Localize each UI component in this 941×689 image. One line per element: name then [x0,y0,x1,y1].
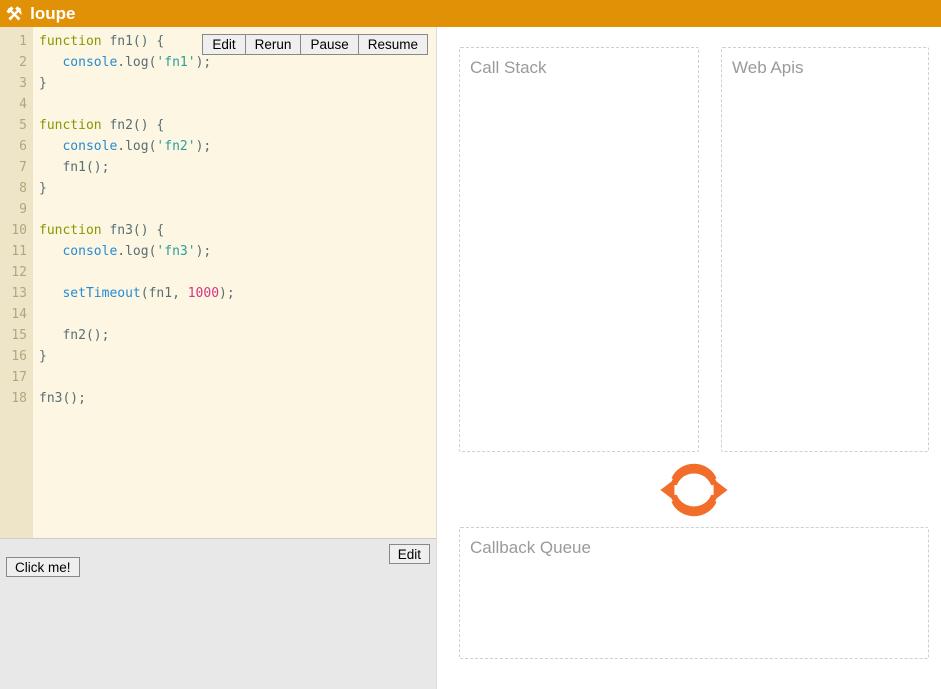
code-line: console.log('fn2'); [39,136,235,157]
code-line: setTimeout(fn1, 1000); [39,283,235,304]
call-stack-title: Call Stack [470,58,688,78]
line-number: 11 [0,241,33,262]
call-stack-panel: Call Stack [459,47,699,452]
pause-button[interactable]: Pause [300,34,358,55]
line-number: 10 [0,220,33,241]
line-number: 14 [0,304,33,325]
line-number: 4 [0,94,33,115]
editor-toolbar: Edit Rerun Pause Resume [202,34,428,55]
code-line: fn2(); [39,325,235,346]
code-content[interactable]: function fn1() { console.log('fn1');} fu… [33,27,235,538]
callback-queue-title: Callback Queue [470,538,918,558]
app-header: ⚒ loupe [0,0,941,27]
app-title: loupe [30,4,75,24]
edit-html-button[interactable]: Edit [389,544,430,564]
code-line: } [39,178,235,199]
line-number: 15 [0,325,33,346]
code-line: } [39,73,235,94]
hammer-pick-icon: ⚒ [6,5,22,23]
event-loop-icon [659,461,729,519]
resume-button[interactable]: Resume [358,34,428,55]
code-line: function fn2() { [39,115,235,136]
line-number: 8 [0,178,33,199]
code-editor[interactable]: 123456789101112131415161718 function fn1… [0,27,436,538]
code-line [39,304,235,325]
rerun-button[interactable]: Rerun [245,34,302,55]
runtime-column: Call Stack Web Apis [437,27,941,689]
code-line: } [39,346,235,367]
callback-queue-panel: Callback Queue [459,527,929,659]
line-number: 7 [0,157,33,178]
line-number: 3 [0,73,33,94]
code-line [39,367,235,388]
line-number: 17 [0,367,33,388]
click-me-button[interactable]: Click me! [6,557,80,577]
line-number: 16 [0,346,33,367]
code-line: fn1(); [39,157,235,178]
code-line: console.log('fn1'); [39,52,235,73]
code-line: console.log('fn3'); [39,241,235,262]
line-number: 9 [0,199,33,220]
web-apis-panel: Web Apis [721,47,929,452]
code-line [39,199,235,220]
line-number: 5 [0,115,33,136]
left-column: 123456789101112131415161718 function fn1… [0,27,437,689]
top-panel-row: Call Stack Web Apis [459,47,929,452]
main-layout: 123456789101112131415161718 function fn1… [0,27,941,689]
line-number: 13 [0,283,33,304]
line-number: 18 [0,388,33,409]
line-number: 12 [0,262,33,283]
code-line: function fn3() { [39,220,235,241]
html-preview-pane: Edit Click me! [0,538,436,689]
code-line: fn3(); [39,388,235,409]
web-apis-title: Web Apis [732,58,918,78]
code-line [39,94,235,115]
edit-button[interactable]: Edit [202,34,245,55]
event-loop-wrap [459,452,929,527]
line-number: 6 [0,136,33,157]
line-number: 1 [0,31,33,52]
code-line [39,262,235,283]
line-number: 2 [0,52,33,73]
line-number-gutter: 123456789101112131415161718 [0,27,33,538]
